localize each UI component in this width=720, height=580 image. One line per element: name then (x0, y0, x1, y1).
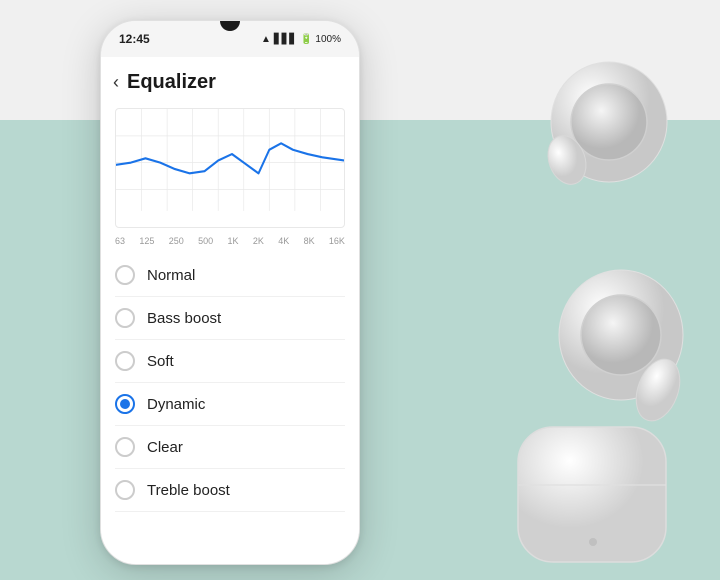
option-label-bass-boost: Bass boost (147, 310, 221, 327)
eq-chart (115, 108, 345, 228)
radio-dynamic-fill (120, 399, 130, 409)
freq-8k: 8K (304, 236, 315, 246)
radio-normal[interactable] (115, 265, 135, 285)
radio-bass-boost[interactable] (115, 308, 135, 328)
freq-1k: 1K (227, 236, 238, 246)
battery-percent: 100% (315, 34, 341, 45)
phone-time: 12:45 (119, 32, 150, 46)
eq-option-bass-boost[interactable]: Bass boost (115, 297, 345, 340)
eq-option-soft[interactable]: Soft (115, 340, 345, 383)
radio-soft[interactable] (115, 351, 135, 371)
eq-option-clear[interactable]: Clear (115, 426, 345, 469)
eq-freq-labels: 63 125 250 500 1K 2K 4K 8K 16K (101, 236, 359, 254)
phone-screen: ‹ Equalizer (101, 57, 359, 564)
scene: 12:45 ▲ ▋▋▋ 🔋 100% ‹ Equalizer (0, 0, 720, 580)
radio-dynamic[interactable] (115, 394, 135, 414)
phone: 12:45 ▲ ▋▋▋ 🔋 100% ‹ Equalizer (100, 20, 360, 565)
option-label-clear: Clear (147, 439, 183, 456)
wifi-icon: ▲ (261, 34, 271, 45)
phone-notch (220, 21, 240, 31)
eq-options-list: Normal Bass boost Soft (101, 254, 359, 512)
freq-2k: 2K (253, 236, 264, 246)
phone-status-bar: 12:45 ▲ ▋▋▋ 🔋 100% (101, 21, 359, 57)
option-label-soft: Soft (147, 353, 174, 370)
freq-63: 63 (115, 236, 125, 246)
radio-clear[interactable] (115, 437, 135, 457)
freq-250: 250 (169, 236, 184, 246)
back-button[interactable]: ‹ (113, 72, 119, 93)
eq-option-dynamic[interactable]: Dynamic (115, 383, 345, 426)
page-title: Equalizer (127, 71, 216, 94)
eq-option-normal[interactable]: Normal (115, 254, 345, 297)
earbud-left (543, 250, 698, 440)
option-label-normal: Normal (147, 267, 195, 284)
app-header: ‹ Equalizer (101, 57, 359, 102)
phone-status-icons: ▲ ▋▋▋ 🔋 100% (261, 34, 341, 45)
eq-option-treble-boost[interactable]: Treble boost (115, 469, 345, 512)
eq-chart-svg (116, 109, 344, 227)
freq-16k: 16K (329, 236, 345, 246)
radio-treble-boost[interactable] (115, 480, 135, 500)
option-label-treble-boost: Treble boost (147, 482, 230, 499)
earbud-right (537, 50, 672, 195)
signal-icon: ▋▋▋ (274, 34, 297, 45)
freq-125: 125 (139, 236, 154, 246)
freq-4k: 4K (278, 236, 289, 246)
freq-500: 500 (198, 236, 213, 246)
option-label-dynamic: Dynamic (147, 396, 205, 413)
battery-icon: 🔋 (300, 34, 312, 45)
